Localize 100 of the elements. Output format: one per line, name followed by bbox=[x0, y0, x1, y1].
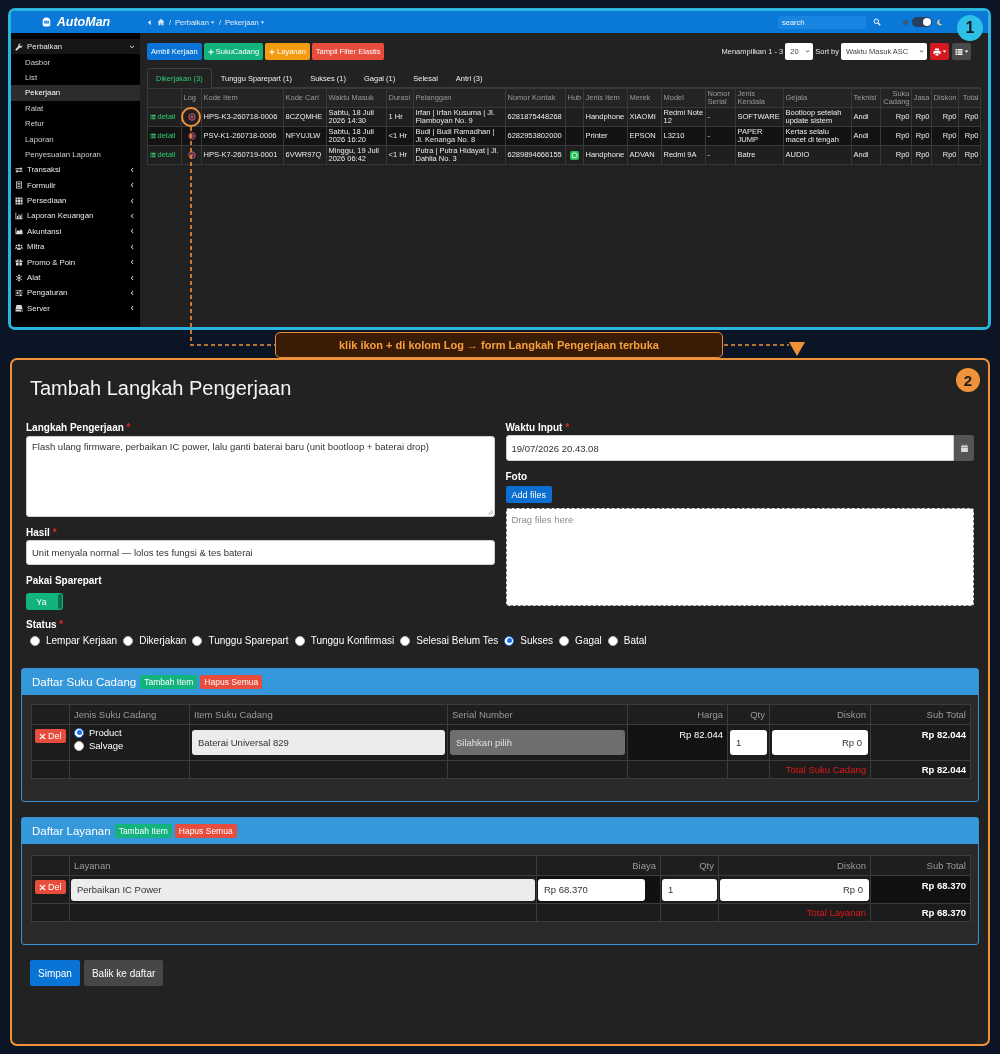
delete-button[interactable]: Del bbox=[35, 729, 66, 743]
list-dropdown-button[interactable] bbox=[952, 43, 971, 60]
wrench-icon bbox=[15, 42, 23, 51]
home-icon[interactable] bbox=[157, 18, 165, 26]
service-input-field[interactable]: Perbaikan IC Power bbox=[71, 878, 535, 901]
close-x-icon bbox=[39, 732, 46, 740]
column-header: Item Suku Cadang bbox=[189, 704, 448, 725]
total-label: Total Suku Cadang bbox=[769, 760, 871, 779]
plus-icon[interactable] bbox=[187, 151, 196, 159]
column-header: Serial Number bbox=[447, 704, 628, 725]
calendar-icon bbox=[959, 443, 969, 453]
qty-input-field[interactable]: 1 bbox=[730, 730, 767, 755]
discount-input-field[interactable]: Rp 0 bbox=[720, 878, 869, 901]
chevron-left-icon bbox=[129, 259, 135, 266]
highlight-ring bbox=[181, 107, 201, 127]
radio-button[interactable] bbox=[607, 635, 618, 646]
chevron-left-icon bbox=[129, 166, 135, 173]
printer-icon bbox=[932, 47, 941, 56]
phone-chat-icon[interactable] bbox=[570, 150, 579, 160]
radio-button[interactable] bbox=[30, 635, 40, 646]
caret-down-icon bbox=[963, 49, 969, 54]
list-icon bbox=[149, 133, 156, 139]
column-header: Biaya bbox=[536, 855, 661, 876]
radio-label: Gagal bbox=[575, 635, 602, 646]
moon-icon bbox=[936, 18, 943, 26]
search-icon[interactable] bbox=[873, 18, 881, 26]
delete-all-button[interactable]: Hapus Semua bbox=[200, 675, 263, 689]
caret-down-icon bbox=[259, 19, 265, 25]
list-icon bbox=[954, 47, 963, 56]
list-icon bbox=[149, 152, 156, 158]
caret-down-icon bbox=[941, 49, 947, 54]
radio-button[interactable] bbox=[74, 740, 84, 751]
print-dropdown-button[interactable] bbox=[930, 43, 949, 60]
discount-input-field[interactable]: Rp 0 bbox=[772, 730, 868, 755]
total-label: Total Layanan bbox=[718, 903, 871, 922]
robot-logo-icon bbox=[40, 16, 52, 28]
add-files-button[interactable]: Add files bbox=[505, 486, 553, 503]
grid-icon bbox=[15, 196, 23, 205]
field-label: Waktu Input * bbox=[505, 422, 570, 434]
radio-label: Lempar Kerjaan bbox=[46, 635, 118, 646]
item-input-field[interactable]: Baterai Universal 829 bbox=[192, 730, 445, 755]
instruction-callout: klik ikon + di kolom Log → form Langkah Pengerjaan terbuka bbox=[275, 332, 723, 358]
resize-grip-icon[interactable] bbox=[486, 509, 493, 515]
delete-button[interactable]: Del bbox=[35, 880, 66, 894]
radio-button[interactable] bbox=[504, 635, 515, 646]
snowflake-icon bbox=[15, 273, 23, 282]
form-title: Tambah Langkah Pengerjaan bbox=[29, 376, 292, 400]
chevron-left-icon bbox=[129, 228, 135, 235]
radio-button[interactable] bbox=[400, 635, 411, 646]
chevron-left-icon bbox=[129, 182, 135, 189]
plus-icon[interactable] bbox=[187, 132, 196, 140]
chevron-left-icon bbox=[129, 289, 135, 296]
column-header: Harga bbox=[627, 704, 728, 725]
serial-select-field[interactable]: Silahkan pilih bbox=[450, 730, 625, 755]
delete-all-button[interactable]: Hapus Semua bbox=[174, 824, 237, 838]
form-button[interactable]: Balik ke daftar bbox=[83, 960, 164, 986]
field-label: Status * bbox=[26, 619, 65, 631]
close-x-icon bbox=[39, 883, 46, 891]
radio-label: Product bbox=[89, 727, 122, 738]
column-header: Diskon bbox=[718, 855, 871, 876]
radio-label: Selesai Belum Tes bbox=[416, 635, 499, 646]
radio-label: Batal bbox=[623, 635, 647, 646]
radio-label: Tunggu Konfirmasi bbox=[310, 635, 395, 646]
table-cell: Rp 82.044 bbox=[870, 760, 971, 779]
file-drop-field[interactable]: Drag files here bbox=[505, 508, 974, 606]
table-cell: Rp 68.370 bbox=[870, 903, 971, 922]
chevron-down-icon bbox=[805, 49, 811, 54]
app-logo-text[interactable]: AutoMan bbox=[56, 15, 111, 29]
chevron-down-icon bbox=[129, 43, 135, 50]
radio-button[interactable] bbox=[123, 635, 134, 646]
panel-title: Daftar Layanan bbox=[32, 825, 111, 837]
chevron-left-icon bbox=[129, 243, 135, 250]
circle-icon bbox=[903, 19, 908, 25]
area-chart-icon bbox=[15, 227, 23, 236]
radio-button[interactable] bbox=[294, 635, 305, 646]
field-label: Foto bbox=[505, 471, 528, 483]
users-icon bbox=[15, 242, 23, 251]
calendar-button[interactable] bbox=[954, 435, 974, 461]
sliders-icon bbox=[15, 288, 23, 297]
radio-label: Salvage bbox=[89, 740, 124, 751]
column-header: Sub Total bbox=[870, 855, 971, 876]
form-button[interactable]: Simpan bbox=[30, 960, 80, 986]
chevron-down-icon bbox=[919, 49, 924, 54]
bar-chart-icon bbox=[15, 212, 23, 220]
radio-button[interactable] bbox=[559, 635, 570, 646]
column-header: Sub Total bbox=[870, 704, 971, 725]
back-arrow-icon[interactable] bbox=[146, 18, 153, 26]
text-input-field[interactable]: Unit menyala normal — lolos tes fungsi & tes baterai bbox=[26, 540, 495, 565]
textarea-field[interactable]: Flash ulang firmware, perbaikan IC power, lalu ganti baterai baru (unit bootloop + baterai drop) bbox=[26, 436, 495, 517]
radio-button[interactable] bbox=[74, 727, 84, 738]
price-input-field[interactable]: Rp 68.370 bbox=[538, 878, 645, 901]
column-header: Layanan bbox=[69, 855, 537, 876]
date-time-field[interactable]: 19/07/2026 20.43.08 bbox=[505, 435, 954, 461]
plus-icon[interactable] bbox=[187, 113, 196, 121]
table-cell: Rp 82.044 bbox=[870, 724, 971, 761]
qty-input-field[interactable]: 1 bbox=[662, 878, 717, 901]
radio-button[interactable] bbox=[192, 635, 203, 646]
step-number-badge: 2 bbox=[956, 368, 980, 392]
chevron-left-icon bbox=[129, 197, 135, 204]
theme-toggle[interactable] bbox=[912, 17, 932, 27]
